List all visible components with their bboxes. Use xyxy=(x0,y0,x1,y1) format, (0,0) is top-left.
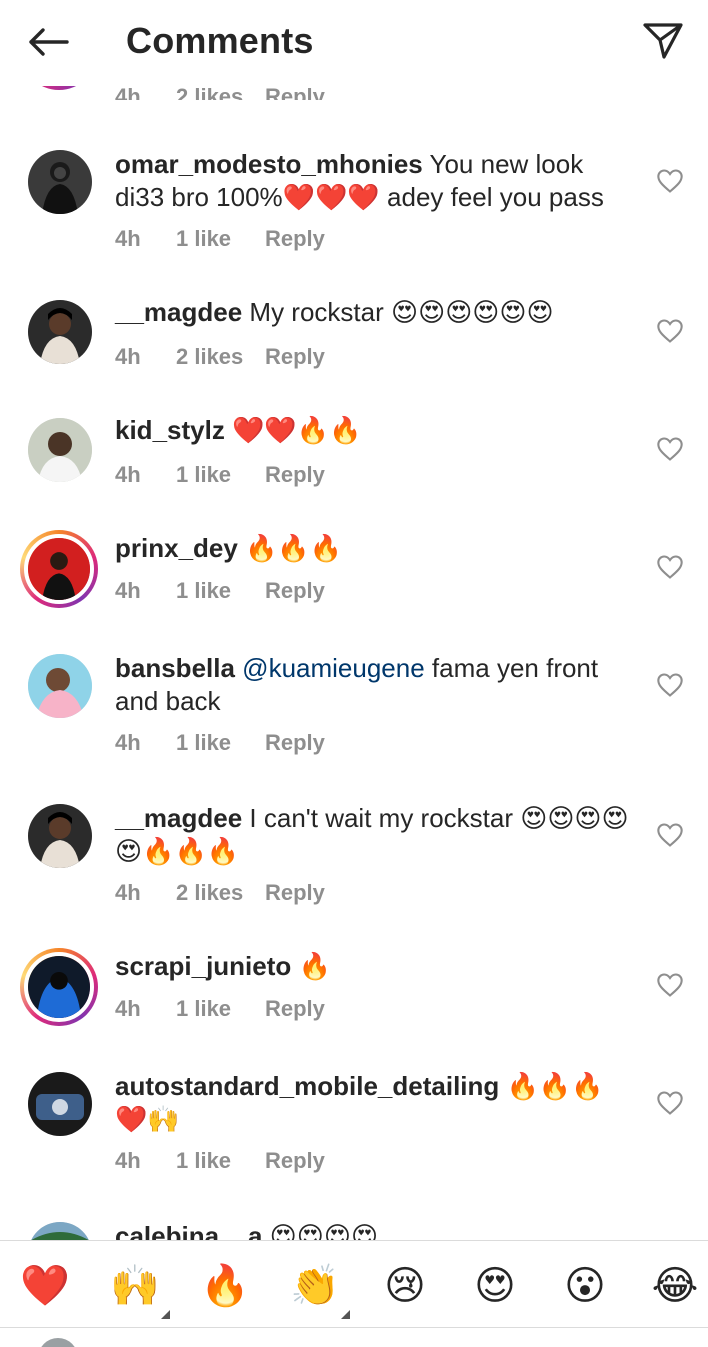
avatar[interactable] xyxy=(28,300,92,364)
comment-text: prinx_dey 🔥🔥🔥 xyxy=(115,532,635,565)
comment-likes[interactable]: 1 like xyxy=(176,730,265,756)
avatar[interactable] xyxy=(28,1222,92,1240)
heart-outline-icon[interactable] xyxy=(656,436,684,462)
avatar[interactable] xyxy=(28,1072,92,1136)
emoji-heart-button[interactable]: ❤️ xyxy=(20,1261,70,1311)
comment-time: 4h xyxy=(115,996,141,1021)
heart-outline-icon[interactable] xyxy=(656,1090,684,1116)
comment-body: 🔥🔥🔥 xyxy=(245,533,343,563)
comment-username[interactable]: omar_modesto_mhonies xyxy=(115,149,423,179)
comment-text: scrapi_junieto 🔥 xyxy=(115,950,635,983)
comment-text: bansbella @kuamieugene fama yen front an… xyxy=(115,652,635,718)
comment-body: My rockstar 😍😍😍😍😍😍 xyxy=(249,297,554,327)
comment-meta: 4h 1 like Reply xyxy=(115,996,325,1022)
comment-body: 😍😍😍😍 xyxy=(269,1221,379,1240)
reply-button[interactable]: Reply xyxy=(265,880,325,906)
avatar[interactable] xyxy=(28,654,92,718)
skin-tone-indicator-icon xyxy=(161,1310,170,1319)
comment-time: 4h xyxy=(115,880,141,905)
arrow-left-icon xyxy=(29,28,69,56)
heart-outline-icon[interactable] xyxy=(656,672,684,698)
emoji-fire-button[interactable]: 🔥 xyxy=(200,1261,250,1311)
heart-outline-icon[interactable] xyxy=(656,318,684,344)
skin-tone-indicator-icon xyxy=(341,1310,350,1319)
comment-username[interactable]: prinx_dey xyxy=(115,533,238,563)
share-button[interactable] xyxy=(636,16,690,66)
comment-text: kid_stylz ❤️❤️🔥🔥 xyxy=(115,414,635,447)
reply-button[interactable]: Reply xyxy=(265,226,325,252)
paper-plane-icon xyxy=(643,23,683,59)
avatar-story-ring[interactable] xyxy=(20,530,98,608)
heart-outline-icon[interactable] xyxy=(656,822,684,848)
comment-input-avatar xyxy=(38,1338,78,1347)
comment-time: 4h xyxy=(115,226,141,251)
emoji-label: 👏 xyxy=(290,1264,340,1308)
top-bar: Comments xyxy=(0,0,708,86)
comment-meta: 4h 2 likes Reply xyxy=(115,84,325,100)
comment-text: calebina__a 😍😍😍😍 xyxy=(115,1220,635,1240)
emoji-laughing-button[interactable]: 😂 xyxy=(650,1261,700,1311)
emoji-label: 🙌 xyxy=(110,1264,160,1308)
comment-meta: 4h 2 likes Reply xyxy=(115,880,325,906)
comment-meta: 4h 1 like Reply xyxy=(115,578,325,604)
comments-list: 4h 2 likes Reply omar_modesto_mhonies You … xyxy=(0,0,708,1240)
comment-likes[interactable]: 2 likes xyxy=(176,880,265,906)
comment-likes[interactable]: 2 likes xyxy=(176,84,265,100)
comment-body: 🔥 xyxy=(298,951,331,981)
comment-mention[interactable]: @kuamieugene xyxy=(242,653,425,683)
comment-time: 4h xyxy=(115,730,141,755)
emoji-heart-eyes-button[interactable]: 😍 xyxy=(470,1261,520,1311)
comment-username[interactable]: __magdee xyxy=(115,297,242,327)
reply-button[interactable]: Reply xyxy=(265,84,325,100)
comment-likes[interactable]: 1 like xyxy=(176,996,265,1022)
reply-button[interactable]: Reply xyxy=(265,730,325,756)
reply-button[interactable]: Reply xyxy=(265,996,325,1022)
comment-meta: 4h 2 likes Reply xyxy=(115,344,325,370)
comment-body: ❤️❤️🔥🔥 xyxy=(232,415,362,445)
avatar-story-ring[interactable] xyxy=(20,948,98,1026)
comment-meta: 4h 1 like Reply xyxy=(115,226,325,252)
comment-likes[interactable]: 2 likes xyxy=(176,344,265,370)
comment-time: 4h xyxy=(115,1148,141,1173)
reply-button[interactable]: Reply xyxy=(265,578,325,604)
comment-likes[interactable]: 1 like xyxy=(176,1148,265,1174)
emoji-quick-bar: ❤️ 🙌 🔥 👏 😢 😍 😮 😂 xyxy=(0,1240,708,1328)
comment-text: __magdee I can't wait my rockstar 😍😍😍😍😍🔥… xyxy=(115,802,635,868)
emoji-crying-button[interactable]: 😢 xyxy=(380,1261,430,1311)
comment-meta: 4h 1 like Reply xyxy=(115,462,325,488)
comment-time: 4h xyxy=(115,84,141,100)
comment-likes[interactable]: 1 like xyxy=(176,578,265,604)
emoji-clap-button[interactable]: 👏 xyxy=(290,1261,350,1319)
emoji-raised-hands-button[interactable]: 🙌 xyxy=(110,1261,170,1319)
emoji-surprised-button[interactable]: 😮 xyxy=(560,1261,610,1311)
reply-button[interactable]: Reply xyxy=(265,344,325,370)
heart-outline-icon[interactable] xyxy=(656,972,684,998)
comment-likes[interactable]: 1 like xyxy=(176,226,265,252)
heart-outline-icon[interactable] xyxy=(656,168,684,194)
avatar[interactable] xyxy=(28,150,92,214)
heart-outline-icon[interactable] xyxy=(656,554,684,580)
avatar[interactable] xyxy=(28,418,92,482)
comment-text: autostandard_mobile_detailing 🔥🔥🔥❤️🙌 xyxy=(115,1070,635,1136)
comment-meta: 4h 1 like Reply xyxy=(115,730,325,756)
comment-meta: 4h 1 like Reply xyxy=(115,1148,325,1174)
comment-username[interactable]: __magdee xyxy=(115,803,242,833)
comment-time: 4h xyxy=(115,578,141,603)
comment-username[interactable]: kid_stylz xyxy=(115,415,225,445)
back-button[interactable] xyxy=(22,18,74,66)
avatar[interactable] xyxy=(28,804,92,868)
reply-button[interactable]: Reply xyxy=(265,1148,325,1174)
reply-button[interactable]: Reply xyxy=(265,462,325,488)
comment-text: omar_modesto_mhonies You new look di33 b… xyxy=(115,148,635,214)
comment-time: 4h xyxy=(115,462,141,487)
comment-username[interactable]: scrapi_junieto xyxy=(115,951,291,981)
comment-username[interactable]: bansbella xyxy=(115,653,235,683)
comment-username[interactable]: calebina__a xyxy=(115,1221,262,1240)
comment-time: 4h xyxy=(115,344,141,369)
comment-likes[interactable]: 1 like xyxy=(176,462,265,488)
comment-username[interactable]: autostandard_mobile_detailing xyxy=(115,1071,499,1101)
comment-text: __magdee My rockstar 😍😍😍😍😍😍 xyxy=(115,296,635,329)
page-title: Comments xyxy=(126,20,314,61)
